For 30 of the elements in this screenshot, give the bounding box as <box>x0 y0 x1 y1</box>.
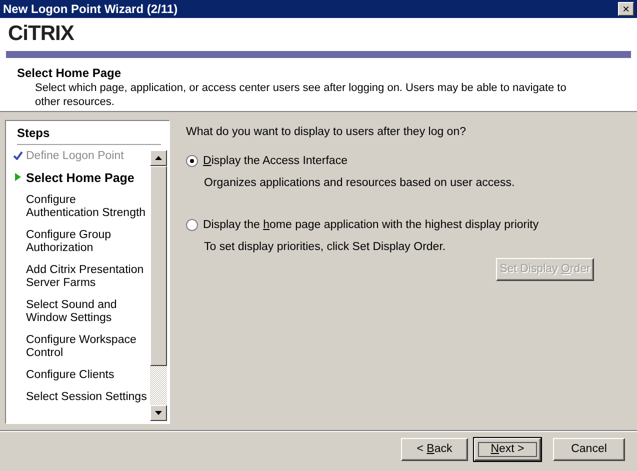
question-text: What do you want to display to users after they log on? <box>186 125 467 140</box>
page-heading: Select Home Page <box>17 66 122 81</box>
option-hint: To set display priorities, click Set Display Order. <box>204 240 447 254</box>
scroll-up-button[interactable] <box>150 150 167 166</box>
option-label[interactable]: Display the home page application with the highest display priority <box>203 218 539 232</box>
step-label: Define Logon Point <box>26 150 124 163</box>
step-label: Configure Clients <box>26 369 114 382</box>
logo: CiTRIX <box>8 22 74 46</box>
next-button[interactable]: Next > <box>474 438 541 460</box>
step-label: Configure Authentication Strength <box>26 194 147 220</box>
window-title: New Logon Point Wizard (2/11) <box>3 2 178 16</box>
back-button[interactable]: < Back <box>401 438 468 460</box>
steps-heading: Steps <box>17 126 161 145</box>
cancel-button[interactable]: Cancel <box>553 438 625 460</box>
radio-button[interactable] <box>186 154 198 169</box>
up-arrow-icon <box>155 156 162 160</box>
step-label: Add Citrix Presentation Server Farms <box>26 264 145 290</box>
down-arrow-icon <box>155 411 162 415</box>
step-label: Select Session Settings <box>26 391 147 404</box>
step-label: Select Sound and Window Settings <box>26 299 118 325</box>
close-button[interactable]: × <box>618 2 634 16</box>
option-label[interactable]: Display the Access Interface <box>203 154 348 169</box>
radio-button[interactable] <box>186 218 198 232</box>
page-description: Select which page, application, or access center users see after logging on. Users may be able to navigate to other resources. <box>35 82 568 110</box>
step-label: Select Home Page <box>26 172 134 185</box>
step-label: Configure Group Authorization <box>26 229 112 255</box>
step-label: Configure Workspace Control <box>26 334 138 360</box>
scrollbar-thumb[interactable] <box>150 166 167 366</box>
option-hint: Organizes applications and resources based on user access. <box>204 176 516 190</box>
scroll-down-button[interactable] <box>150 405 167 421</box>
